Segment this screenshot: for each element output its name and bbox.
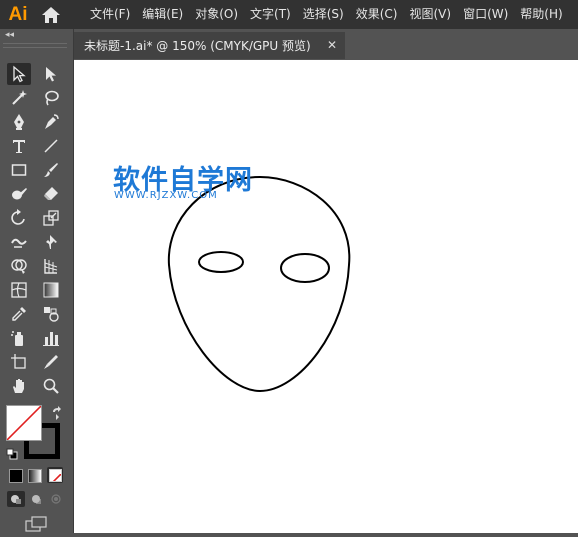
panel-grip[interactable] xyxy=(3,43,67,48)
artboard-canvas[interactable]: 软件自学网 WWW.RJZXW.COM xyxy=(74,60,578,533)
type-tool-icon[interactable] xyxy=(7,135,31,157)
mesh-tool-icon[interactable] xyxy=(7,279,31,301)
menu-window[interactable]: 窗口(W) xyxy=(457,0,514,29)
menu-help[interactable]: 帮助(H) xyxy=(514,0,568,29)
document-tab-title: 未标题-1.ai* @ 150% (CMYK/GPU 预览) xyxy=(84,39,311,53)
left-eye xyxy=(198,251,244,273)
screen-mode-icon[interactable] xyxy=(24,515,48,537)
watermark-url: WWW.RJZXW.COM xyxy=(114,190,218,201)
menu-type[interactable]: 文字(T) xyxy=(244,0,297,29)
selection-tool-icon[interactable] xyxy=(7,63,31,85)
shape-builder-tool-icon[interactable] xyxy=(7,255,31,277)
face-artwork[interactable] xyxy=(74,60,578,533)
none-mode-button[interactable] xyxy=(47,467,63,483)
rectangle-tool-icon[interactable] xyxy=(7,159,31,181)
draw-behind-icon[interactable] xyxy=(28,491,46,511)
artboard-tool-icon[interactable] xyxy=(7,351,31,373)
menu-edit[interactable]: 编辑(E) xyxy=(136,0,189,29)
swap-fill-stroke-icon[interactable] xyxy=(50,405,64,424)
column-graph-tool-icon[interactable] xyxy=(39,327,63,349)
fill-swatch[interactable] xyxy=(6,405,42,441)
home-icon[interactable] xyxy=(40,4,62,26)
menu-effect[interactable]: 效果(C) xyxy=(350,0,404,29)
menu-view[interactable]: 视图(V) xyxy=(403,0,457,29)
document-tab-bar: 未标题-1.ai* @ 150% (CMYK/GPU 预览) ✕ xyxy=(74,29,578,59)
pen-tool-icon[interactable] xyxy=(7,111,31,133)
gradient-tool-icon[interactable] xyxy=(39,279,63,301)
document-tab[interactable]: 未标题-1.ai* @ 150% (CMYK/GPU 预览) ✕ xyxy=(74,32,345,59)
hand-tool-icon[interactable] xyxy=(7,375,31,397)
slice-tool-icon[interactable] xyxy=(39,351,63,373)
scale-tool-icon[interactable] xyxy=(39,207,63,229)
line-segment-tool-icon[interactable] xyxy=(39,135,63,157)
curvature-tool-icon[interactable] xyxy=(39,111,63,133)
menu-object[interactable]: 对象(O) xyxy=(189,0,244,29)
menu-select[interactable]: 选择(S) xyxy=(297,0,350,29)
lasso-tool-icon[interactable] xyxy=(39,87,63,109)
blob-brush-tool-icon[interactable] xyxy=(7,183,31,205)
close-icon[interactable]: ✕ xyxy=(327,38,337,52)
menu-bar: Ai 文件(F) 编辑(E) 对象(O) 文字(T) 选择(S) 效果(C) 视… xyxy=(0,0,578,29)
default-fill-stroke-icon[interactable] xyxy=(6,445,18,464)
magic-wand-tool-icon[interactable] xyxy=(7,87,31,109)
tools-panel: ◂◂ xyxy=(0,29,74,533)
right-eye xyxy=(280,253,330,283)
symbol-sprayer-tool-icon[interactable] xyxy=(7,327,31,349)
direct-selection-tool-icon[interactable] xyxy=(39,63,63,85)
perspective-grid-tool-icon[interactable] xyxy=(39,255,63,277)
draw-inside-icon[interactable] xyxy=(48,491,66,511)
color-mode-button[interactable] xyxy=(9,469,23,483)
blend-tool-icon[interactable] xyxy=(39,303,63,325)
rotate-tool-icon[interactable] xyxy=(7,207,31,229)
draw-normal-icon[interactable] xyxy=(7,491,25,507)
eyedropper-tool-icon[interactable] xyxy=(7,303,31,325)
eraser-tool-icon[interactable] xyxy=(39,183,63,205)
app-logo: Ai xyxy=(8,3,28,25)
zoom-tool-icon[interactable] xyxy=(39,375,63,397)
collapse-panel-icon[interactable]: ◂◂ xyxy=(5,30,14,40)
menu-file[interactable]: 文件(F) xyxy=(84,0,136,29)
face-outline xyxy=(167,175,351,393)
gradient-mode-button[interactable] xyxy=(28,469,42,483)
paintbrush-tool-icon[interactable] xyxy=(39,159,63,181)
warp-tool-icon[interactable] xyxy=(7,231,31,253)
puppet-warp-tool-icon[interactable] xyxy=(39,231,63,253)
